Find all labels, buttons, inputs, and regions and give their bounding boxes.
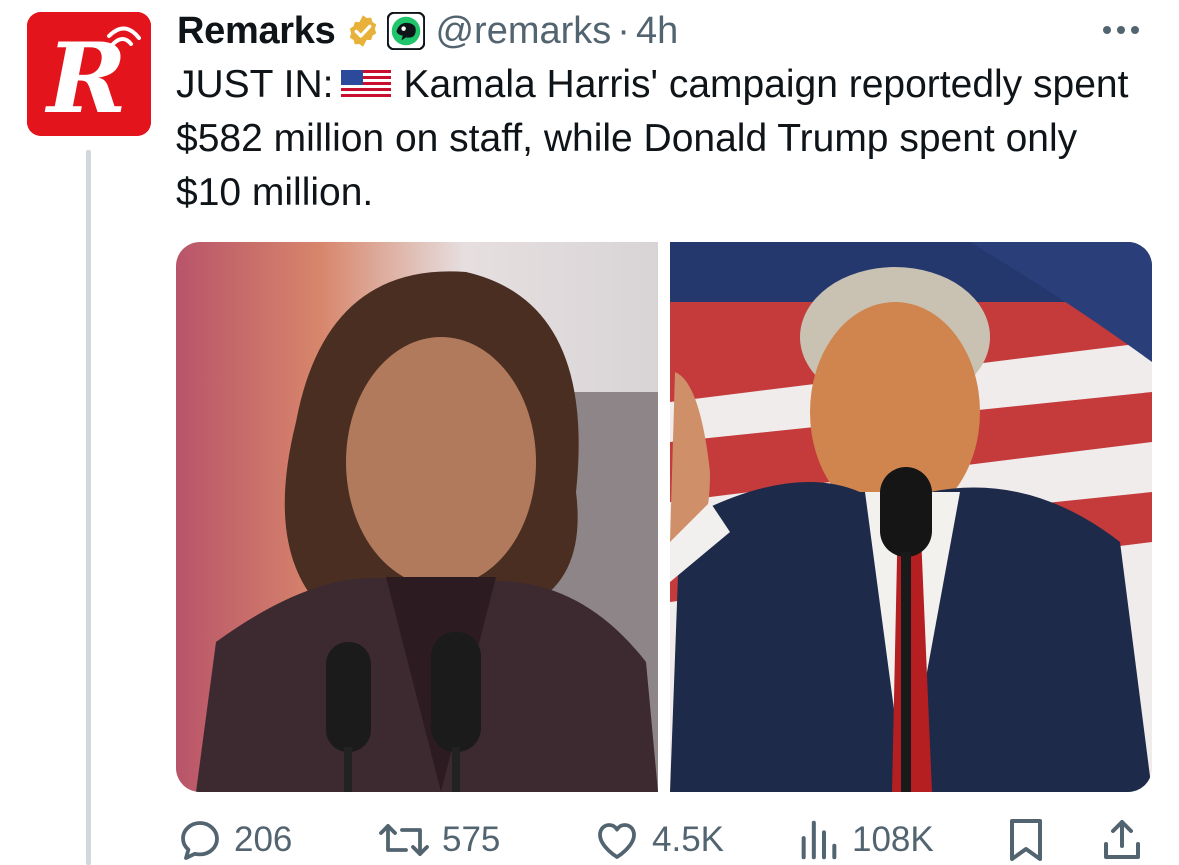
views-count: 108K: [852, 820, 934, 859]
remarks-logo-letter: R: [44, 22, 127, 135]
verified-badge-icon[interactable]: [345, 13, 381, 49]
tweet-text: JUST IN: Kamala Harris' campaign reporte…: [176, 58, 1136, 220]
repost-button[interactable]: 575: [376, 812, 500, 865]
display-name[interactable]: Remarks: [177, 10, 336, 53]
like-count: 4.5K: [652, 820, 724, 859]
bookmark-icon: [1010, 819, 1042, 861]
views-button[interactable]: 108K: [796, 812, 934, 865]
left-photo[interactable]: [176, 242, 658, 792]
share-icon: [1104, 820, 1140, 859]
more-options-icon[interactable]: [1099, 20, 1143, 40]
like-button[interactable]: 4.5K: [592, 812, 724, 865]
avatar[interactable]: R: [27, 12, 151, 136]
reply-icon: [181, 821, 219, 860]
tweet[interactable]: R Remarks @remarks · 4h JUST IN: Kamala …: [0, 0, 1179, 865]
reply-button[interactable]: 206: [176, 812, 292, 865]
us-flag-icon: [341, 70, 392, 100]
bookmark-button[interactable]: [1004, 812, 1048, 865]
separator-dot: ·: [617, 9, 630, 52]
remarks-logo-icon: R: [27, 12, 151, 136]
right-photo[interactable]: [670, 242, 1152, 792]
affiliate-badge-icon[interactable]: [387, 12, 426, 50]
repost-icon: [379, 824, 429, 856]
media-grid: [176, 242, 1152, 792]
heart-icon: [598, 823, 636, 859]
views-chart-icon: [801, 820, 837, 860]
reply-count: 206: [234, 820, 293, 859]
timestamp[interactable]: 4h: [636, 10, 678, 53]
handle[interactable]: @remarks: [435, 10, 611, 53]
action-bar: 206 575 4.5K 108K: [176, 812, 1152, 865]
repost-count: 575: [442, 820, 501, 859]
thread-line: [86, 150, 91, 865]
tweet-header: Remarks @remarks · 4h: [177, 6, 678, 56]
share-button[interactable]: [1100, 812, 1144, 865]
tweet-prefix: JUST IN:: [176, 63, 334, 106]
